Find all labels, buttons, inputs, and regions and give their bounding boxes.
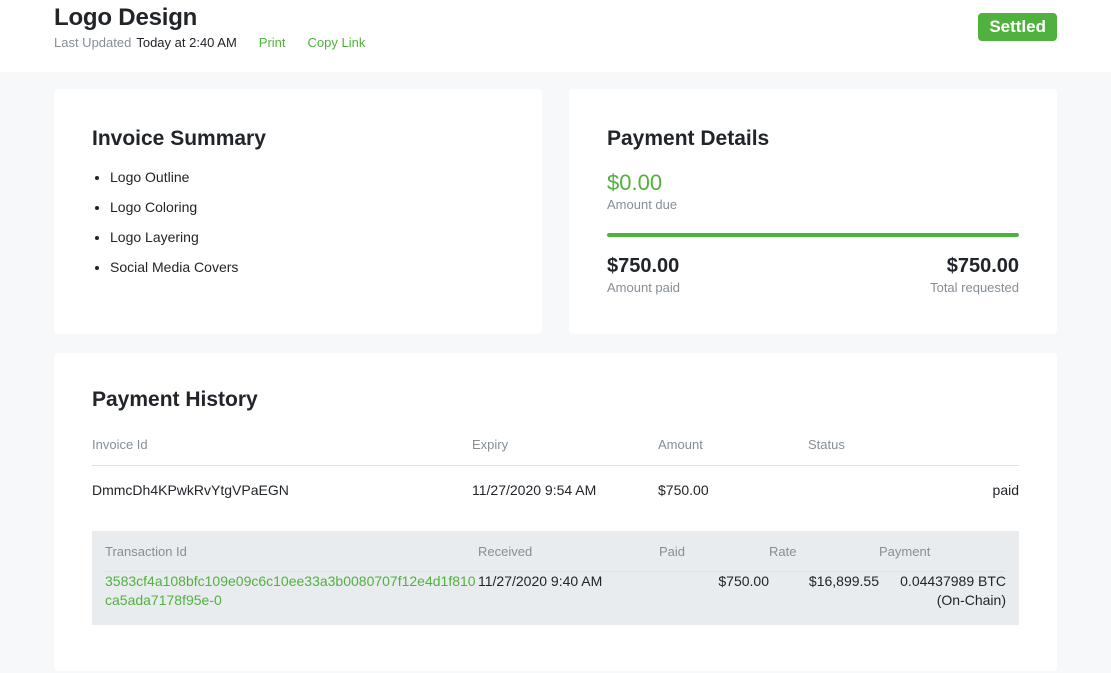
total-requested-value: $750.00 xyxy=(930,255,1019,278)
page-title: Logo Design xyxy=(54,4,365,32)
copy-link-link[interactable]: Copy Link xyxy=(308,35,366,50)
payment-history-head: Invoice Id Expiry Amount Status xyxy=(92,437,1019,466)
column-header-invoice-id: Invoice Id xyxy=(92,437,472,466)
list-item: Social Media Covers xyxy=(110,260,504,274)
cell-expiry: 11/27/2020 9:54 AM xyxy=(472,466,658,515)
table-header-row: Invoice Id Expiry Amount Status xyxy=(92,437,1019,466)
transaction-row: 3583cf4a108bfc109e09c6c10ee33a3b0080707f… xyxy=(105,572,1006,610)
amount-paid-label: Amount paid xyxy=(607,280,680,295)
total-requested-label: Total requested xyxy=(930,280,1019,295)
payment-details-title: Payment Details xyxy=(607,127,1019,151)
invoice-summary-title: Invoice Summary xyxy=(92,127,504,151)
header-left: Logo Design Last Updated Today at 2:40 A… xyxy=(54,0,365,50)
amount-paid-value: $750.00 xyxy=(607,255,680,278)
transaction-id-link[interactable]: 3583cf4a108bfc109e09c6c10ee33a3b0080707f… xyxy=(105,573,476,608)
payment-history-title: Payment History xyxy=(92,388,1019,412)
payment-progress-bar xyxy=(607,233,1019,237)
page-container: Invoice Summary Logo Outline Logo Colori… xyxy=(0,89,1111,673)
top-cards-row: Invoice Summary Logo Outline Logo Colori… xyxy=(54,89,1057,334)
cell-payment: 0.04437989 BTC (On-Chain) xyxy=(879,572,1006,610)
table-subrow: Transaction Id Received Paid Rate Paymen… xyxy=(92,514,1019,641)
page-header: Logo Design Last Updated Today at 2:40 A… xyxy=(0,0,1111,72)
transactions-body: 3583cf4a108bfc109e09c6c10ee33a3b0080707f… xyxy=(105,572,1006,610)
payment-history-card: Payment History Invoice Id Expiry Amount… xyxy=(54,353,1057,671)
column-header-status: Status xyxy=(808,437,1019,466)
list-item: Logo Layering xyxy=(110,230,504,244)
last-updated-value: Today at 2:40 AM xyxy=(136,35,236,50)
transactions-header-row: Transaction Id Received Paid Rate Paymen… xyxy=(105,544,1006,572)
status-badge: Settled xyxy=(978,13,1057,41)
cell-paid: $750.00 xyxy=(659,572,769,610)
column-header-rate: Rate xyxy=(769,544,879,572)
column-header-paid: Paid xyxy=(659,544,769,572)
invoice-summary-list: Logo Outline Logo Coloring Logo Layering… xyxy=(92,170,504,274)
payment-history-body: DmmcDh4KPwkRvYtgVPaEGN 11/27/2020 9:54 A… xyxy=(92,466,1019,641)
list-item: Logo Outline xyxy=(110,170,504,184)
column-header-payment: Payment xyxy=(879,544,1006,572)
transactions-table: Transaction Id Received Paid Rate Paymen… xyxy=(105,544,1006,610)
column-header-amount: Amount xyxy=(658,437,808,466)
amount-paid-block: $750.00 Amount paid xyxy=(607,255,680,295)
cell-invoice-id: DmmcDh4KPwkRvYtgVPaEGN xyxy=(92,466,472,515)
table-row: DmmcDh4KPwkRvYtgVPaEGN 11/27/2020 9:54 A… xyxy=(92,466,1019,515)
column-header-received: Received xyxy=(478,544,659,572)
list-item: Logo Coloring xyxy=(110,200,504,214)
amount-due-label: Amount due xyxy=(607,197,1019,212)
subrow-cell: Transaction Id Received Paid Rate Paymen… xyxy=(92,514,1019,641)
total-requested-block: $750.00 Total requested xyxy=(930,255,1019,295)
column-header-transaction-id: Transaction Id xyxy=(105,544,478,572)
payment-details-card: Payment Details $0.00 Amount due $750.00… xyxy=(569,89,1057,334)
payment-progress-fill xyxy=(607,233,1019,237)
column-header-expiry: Expiry xyxy=(472,437,658,466)
invoice-summary-card: Invoice Summary Logo Outline Logo Colori… xyxy=(54,89,542,334)
transactions-head: Transaction Id Received Paid Rate Paymen… xyxy=(105,544,1006,572)
cell-status: paid xyxy=(808,466,1019,515)
header-meta-row: Last Updated Today at 2:40 AM Print Copy… xyxy=(54,35,365,50)
amount-due-block: $0.00 Amount due xyxy=(607,170,1019,212)
amount-due-value: $0.00 xyxy=(607,170,1019,195)
cell-transaction-id: 3583cf4a108bfc109e09c6c10ee33a3b0080707f… xyxy=(105,572,478,610)
transactions-panel: Transaction Id Received Paid Rate Paymen… xyxy=(92,531,1019,625)
last-updated-label: Last Updated xyxy=(54,35,131,50)
cell-received: 11/27/2020 9:40 AM xyxy=(478,572,659,610)
cell-amount: $750.00 xyxy=(658,466,808,515)
totals-row: $750.00 Amount paid $750.00 Total reques… xyxy=(607,255,1019,295)
cell-rate: $16,899.55 xyxy=(769,572,879,610)
payment-history-table: Invoice Id Expiry Amount Status DmmcDh4K… xyxy=(92,437,1019,641)
print-link[interactable]: Print xyxy=(259,35,286,50)
